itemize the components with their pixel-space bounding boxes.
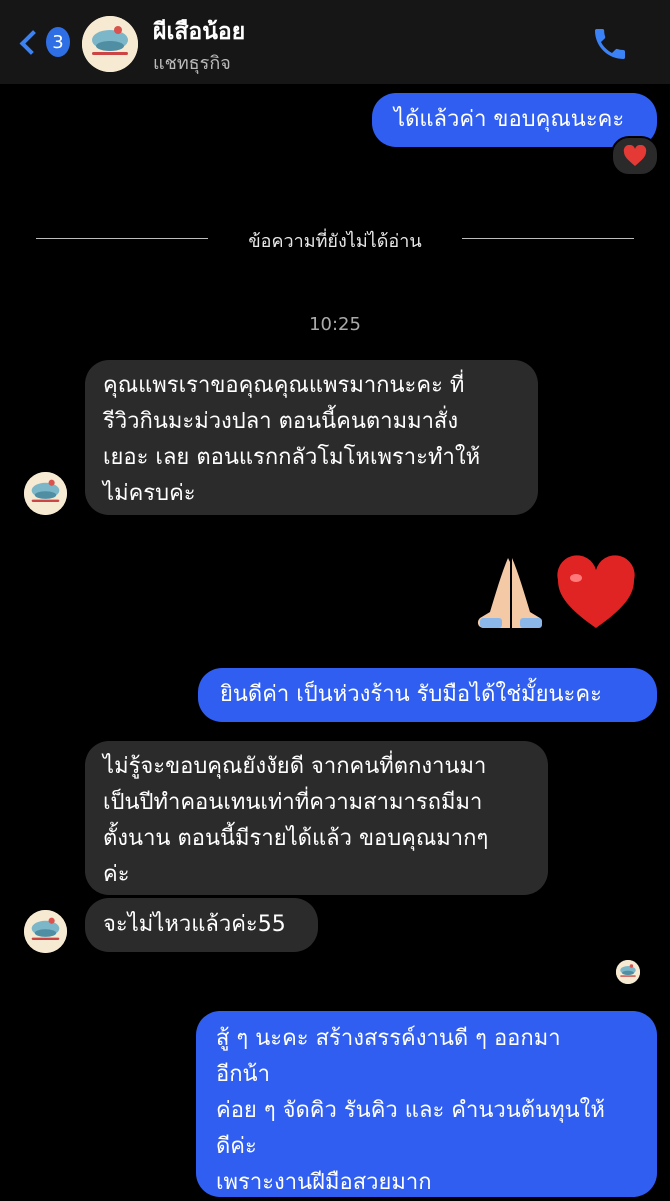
heart-icon bbox=[623, 145, 647, 166]
message-bubble-incoming[interactable]: ไม่รู้จะขอบคุณยังงัยดี จากคนที่ตกงานมา เ… bbox=[85, 741, 548, 895]
message-timestamp: 10:25 bbox=[309, 314, 361, 335]
emoji-message[interactable] bbox=[466, 552, 642, 632]
chevron-left-icon bbox=[19, 29, 45, 55]
unread-count-badge: 3 bbox=[46, 27, 70, 57]
message-bubble-incoming[interactable]: จะไม่ไหวแล้วค่ะ55 bbox=[85, 898, 318, 952]
contact-name[interactable]: ผีเสือน้อย bbox=[153, 14, 245, 50]
sender-avatar[interactable] bbox=[24, 472, 67, 515]
contact-avatar[interactable] bbox=[82, 16, 138, 72]
divider-line-left bbox=[36, 238, 208, 239]
read-receipt-avatar bbox=[616, 960, 640, 984]
phone-icon bbox=[595, 29, 625, 59]
unread-divider-label: ข้อความที่ยังไม่ได้อ่าน bbox=[248, 231, 422, 252]
reaction-badge[interactable] bbox=[611, 136, 659, 176]
divider-line-right bbox=[462, 238, 634, 239]
praying-hands-and-heart bbox=[477, 555, 635, 628]
sender-avatar[interactable] bbox=[24, 910, 67, 953]
message-bubble-outgoing[interactable]: ได้แล้วค่า ขอบคุณนะคะ bbox=[372, 93, 657, 147]
message-bubble-incoming[interactable]: คุณแพรเราขอคุณคุณแพรมากนะคะ ที่ รีวิวกิน… bbox=[85, 360, 538, 515]
back-button[interactable]: 3 bbox=[16, 22, 70, 62]
message-bubble-outgoing[interactable]: สู้ ๆ นะคะ สร้างสรรค์งานดี ๆ ออกมา อีกน้… bbox=[196, 1011, 657, 1197]
chat-header: 3 ผีเสือน้อย แชทธุรกิจ bbox=[0, 0, 670, 84]
message-bubble-outgoing[interactable]: ยินดีค่า เป็นห่วงร้าน รับมือได้ใช่มั้ยนะ… bbox=[198, 668, 657, 722]
call-button[interactable] bbox=[590, 24, 630, 64]
contact-type: แชทธุรกิจ bbox=[153, 53, 231, 74]
